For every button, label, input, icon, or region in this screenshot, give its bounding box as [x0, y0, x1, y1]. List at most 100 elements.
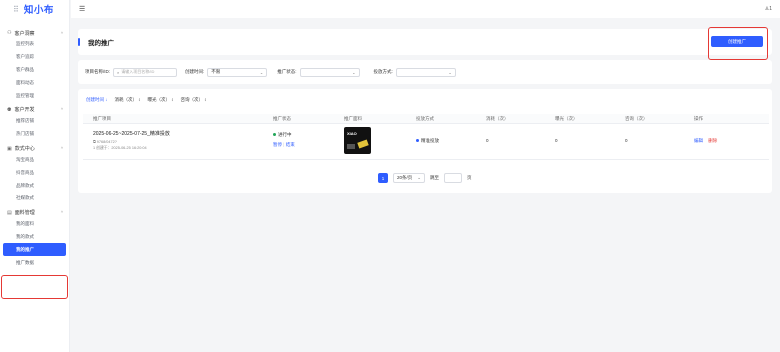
sidebar-item[interactable]: 我的款式 — [0, 231, 69, 244]
nav-group-label: 客户开发 — [14, 107, 35, 114]
chevron-up-icon: ^ — [60, 146, 63, 152]
sidebar-item[interactable]: 面料动态 — [0, 76, 69, 89]
nav-group-customer-dev: ⚉ 客户开发 ^ 推荐店铺 热门店铺 — [0, 105, 69, 141]
pause-link[interactable]: 暂停 — [273, 142, 282, 147]
sidebar-item[interactable]: 淘宝商品 — [0, 154, 69, 167]
sidebar-item[interactable]: 推广数据 — [0, 256, 69, 269]
highlight-box-create — [708, 27, 768, 60]
chevron-up-icon: ^ — [60, 210, 63, 216]
column-header: 推广面料 — [344, 115, 362, 121]
nav-group-label: 面料管理 — [14, 210, 35, 217]
nav-group-header[interactable]: ⚇ 客户洞察 ^ — [0, 28, 69, 38]
search-input[interactable]: ⌕ 请输入项目名称/ID — [113, 67, 178, 77]
filter-time-label: 创建时间: — [185, 69, 205, 74]
logo[interactable]: ⠿ 知小布 — [0, 0, 69, 18]
table-header: 推广项目 推广状态 推广面料 投放方式 消耗（次） 曝光（次） 咨询（次） 操作 — [83, 114, 769, 124]
end-link[interactable]: 结束 — [286, 142, 295, 147]
project-id: 9768/0472? — [96, 140, 117, 144]
promotion-table-card: 创建时间 ↓ 消耗（次） ↕ 曝光（次） ↕ 咨询（次） ↕ 推广项目 推广状态… — [78, 89, 772, 193]
sidebar-item[interactable]: 客户追踪 — [0, 51, 69, 64]
table-row: 2025-06-25~2025-07-25_精准投放 ⧉ 9768/0472? … — [83, 124, 769, 160]
search-icon: ⌕ — [117, 69, 120, 75]
box-icon: ▣ — [7, 145, 12, 152]
column-header: 咨询（次） — [625, 115, 648, 121]
status-cell: 进行中 暂停 | 结束 — [273, 132, 295, 148]
column-header: 推广状态 — [273, 115, 291, 121]
menu-fold-icon[interactable]: ☰ — [79, 5, 85, 13]
mode-cell: 精准投放 — [416, 138, 439, 144]
sort-created[interactable]: 创建时间 ↓ — [86, 97, 108, 103]
nav-group-header[interactable]: ⚉ 客户开发 ^ — [0, 105, 69, 115]
status-row: 进行中 — [273, 132, 295, 138]
nav-group-header[interactable]: ▤ 面料管理 ^ — [0, 208, 69, 218]
fabric-thumbnail[interactable]: XIAO — [344, 127, 371, 154]
chevron-down-icon: ⌄ — [352, 69, 356, 75]
chevron-down-icon: ⌄ — [259, 69, 264, 75]
sidebar-item[interactable]: 客户群品 — [0, 64, 69, 77]
sidebar-item-my-promotion[interactable]: 我的推广 — [3, 243, 66, 257]
filter-bar: 项目名称/ID: ⌕ 请输入项目名称/ID 创建时间: 不限 ⌄ 推广状态: ⌄… — [78, 60, 772, 84]
time-select[interactable]: 不限 ⌄ — [207, 67, 268, 77]
column-header: 曝光（次） — [555, 115, 578, 121]
title-accent-bar — [78, 38, 80, 46]
nav-group-label: 款式中心 — [14, 146, 35, 153]
column-header: 推广项目 — [93, 115, 111, 121]
nav-group-label: 客户洞察 — [14, 30, 35, 37]
nav-group-fabric-mgmt: ▤ 面料管理 ^ 我的面料 我的款式 我的推广 推广数据 — [0, 208, 69, 269]
sidebar-item[interactable]: 品牌款式 — [0, 179, 69, 192]
user-label: 1 — [769, 6, 772, 12]
consume-value: 0 — [486, 138, 489, 143]
goto-label: 跳至 — [430, 175, 440, 180]
page-title: 我的推广 — [88, 40, 114, 47]
page-size-select[interactable]: 20条/页 ⌄ — [393, 173, 426, 183]
chevron-up-icon: ^ — [60, 107, 63, 113]
page-size-value: 20条/页 — [397, 175, 413, 180]
project-name[interactable]: 2025-06-25~2025-07-25_精准投放 — [93, 130, 170, 137]
person-icon: ⚉ — [7, 106, 12, 113]
edit-link[interactable]: 编辑 — [694, 138, 703, 143]
divider: | — [283, 142, 285, 147]
column-header: 操作 — [694, 115, 703, 121]
nav-group-customer-insight: ⚇ 客户洞察 ^ 监控列表 客户追踪 客户群品 面料动态 监控管理 — [0, 28, 69, 102]
nav-group-header[interactable]: ▣ 款式中心 ^ — [0, 144, 69, 154]
chevron-down-icon: ⌄ — [417, 175, 422, 180]
sidebar-item[interactable]: 热门店铺 — [0, 128, 69, 141]
user-menu[interactable]: ♙1 — [765, 6, 772, 12]
page-header: 我的推广 — [78, 29, 772, 55]
app-grid-icon[interactable]: ⠿ — [13, 5, 19, 14]
consult-value: 0 — [625, 138, 628, 143]
topbar: ☰ ♙1 — [71, 0, 780, 18]
page-number-current[interactable]: 1 — [378, 173, 388, 183]
mode-select[interactable]: ⌄ — [395, 67, 456, 77]
sidebar-item[interactable]: 我的面料 — [0, 218, 69, 231]
column-header: 投放方式 — [416, 115, 434, 121]
delete-link[interactable]: 删除 — [708, 138, 717, 143]
sidebar-item[interactable]: 监控管理 — [0, 89, 69, 102]
status-dot — [273, 133, 276, 137]
copy-icon[interactable]: ⧉ — [93, 140, 96, 144]
sort-consult[interactable]: 咨询（次） ↕ — [181, 97, 207, 103]
sidebar: ⠿ 知小布 ⚇ 客户洞察 ^ 监控列表 客户追踪 客户群品 面料动态 监控管理 … — [0, 0, 70, 352]
sidebar-nav: ⚇ 客户洞察 ^ 监控列表 客户追踪 客户群品 面料动态 监控管理 ⚉ 客户开发… — [0, 28, 69, 269]
project-cell: 2025-06-25~2025-07-25_精准投放 ⧉ 9768/0472? … — [93, 130, 170, 151]
sort-exposure[interactable]: 曝光（次） ↕ — [148, 97, 174, 103]
insight-icon: ⚇ — [7, 30, 12, 36]
highlight-box-sidebar — [1, 275, 68, 299]
actions-cell: 编辑 删除 — [694, 138, 717, 144]
sidebar-item[interactable]: 社媒款式 — [0, 192, 69, 205]
mode-dot — [416, 139, 419, 143]
chevron-up-icon: ^ — [60, 30, 63, 36]
sort-consume[interactable]: 消耗（次） ↕ — [115, 97, 141, 103]
sidebar-item[interactable]: 监控列表 — [0, 38, 69, 51]
status-select[interactable]: ⌄ — [299, 67, 360, 77]
sidebar-item[interactable]: 抖音商品 — [0, 166, 69, 179]
thumbnail-shape — [347, 144, 355, 149]
exposure-value: 0 — [555, 138, 558, 143]
thumbnail-text: XIAO — [347, 131, 357, 136]
column-header: 消耗（次） — [486, 115, 509, 121]
goto-page-input[interactable] — [444, 173, 463, 183]
sidebar-item[interactable]: 推荐店铺 — [0, 115, 69, 128]
pagination: 1 20条/页 ⌄ 跳至 页 — [378, 173, 472, 183]
filter-mode-label: 投放方式: — [373, 69, 393, 74]
nav-group-style-center: ▣ 款式中心 ^ 淘宝商品 抖音商品 品牌款式 社媒款式 — [0, 144, 69, 205]
